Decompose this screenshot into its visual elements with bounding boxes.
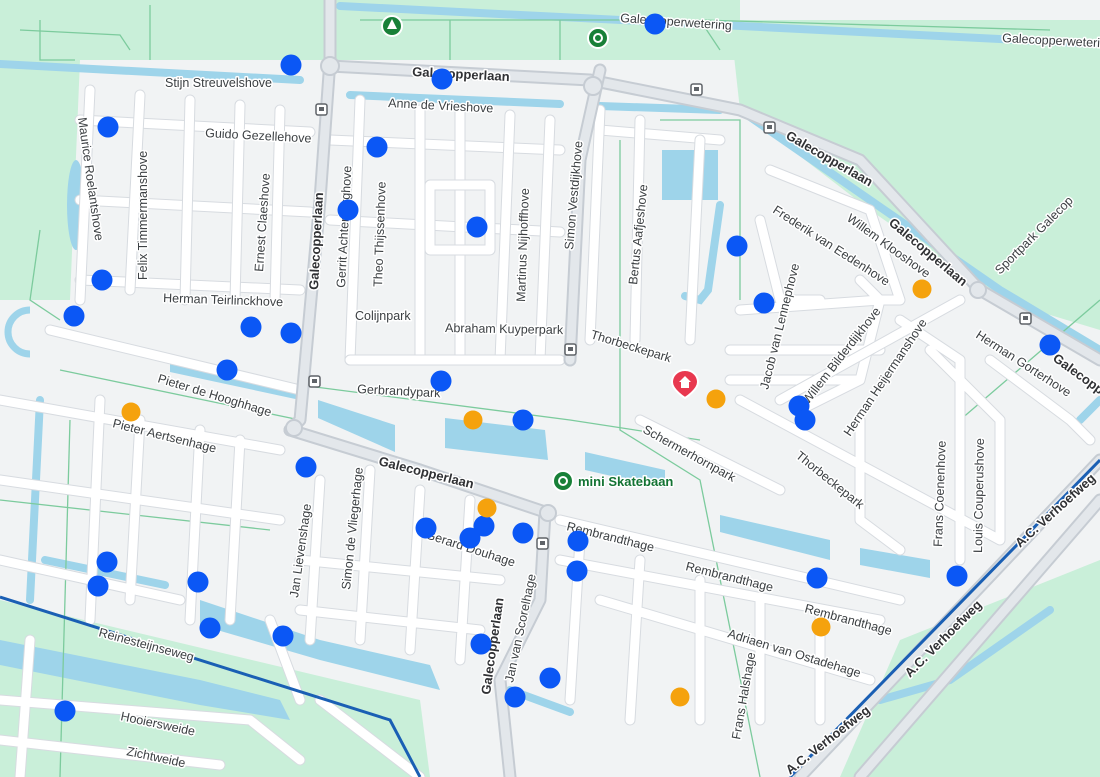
bus-stop-icon (690, 83, 703, 96)
blue-marker-dot-icon[interactable] (54, 700, 76, 722)
blue-marker-dot-icon[interactable] (459, 527, 481, 549)
poi-label: mini Skatebaan (578, 474, 673, 489)
orange-marker-dot-icon[interactable] (811, 617, 831, 637)
blue-marker-dot-icon[interactable] (366, 136, 388, 158)
orange-marker-dot-icon[interactable] (670, 687, 690, 707)
blue-marker-dot-icon[interactable] (97, 116, 119, 138)
street-label: Stijn Streuvelshove (165, 76, 272, 90)
blue-marker-dot-icon[interactable] (794, 409, 816, 431)
blue-marker-dot-icon[interactable] (466, 216, 488, 238)
bus-stop-icon (536, 537, 549, 550)
street-label: Louis Couperushove (971, 438, 987, 553)
blue-marker-dot-icon[interactable] (566, 560, 588, 582)
bus-stop-icon (564, 343, 577, 356)
poi-park-pin[interactable] (587, 27, 609, 49)
street-label: Felix Timmermanshove (136, 151, 150, 280)
bus-stop-icon (1019, 312, 1032, 325)
blue-marker-dot-icon[interactable] (280, 54, 302, 76)
blue-marker-dot-icon[interactable] (512, 522, 534, 544)
blue-marker-dot-icon[interactable] (504, 686, 526, 708)
street-label: Colijnpark (355, 309, 411, 323)
blue-marker-dot-icon[interactable] (96, 551, 118, 573)
orange-marker-dot-icon[interactable] (463, 410, 483, 430)
blue-marker-dot-icon[interactable] (512, 409, 534, 431)
street-label: Abraham Kuyperpark (445, 321, 564, 337)
blue-marker-dot-icon[interactable] (567, 530, 589, 552)
blue-marker-dot-icon[interactable] (240, 316, 262, 338)
blue-marker-dot-icon[interactable] (946, 565, 968, 587)
blue-marker-dot-icon[interactable] (87, 575, 109, 597)
orange-marker-dot-icon[interactable] (912, 279, 932, 299)
blue-marker-dot-icon[interactable] (1039, 334, 1061, 356)
blue-marker-dot-icon[interactable] (726, 235, 748, 257)
blue-marker-dot-icon[interactable] (753, 292, 775, 314)
blue-marker-dot-icon[interactable] (295, 456, 317, 478)
blue-marker-dot-icon[interactable] (337, 199, 359, 221)
blue-marker-dot-icon[interactable] (216, 359, 238, 381)
bus-stop-icon (315, 103, 328, 116)
bus-stop-icon (308, 375, 321, 388)
blue-marker-dot-icon[interactable] (430, 370, 452, 392)
poi-tree[interactable] (381, 15, 403, 37)
poi-skatebaan[interactable]: mini Skatebaan (552, 470, 675, 492)
orange-marker-dot-icon[interactable] (121, 402, 141, 422)
blue-marker-dot-icon[interactable] (272, 625, 294, 647)
blue-marker-dot-icon[interactable] (806, 567, 828, 589)
orange-marker-dot-icon[interactable] (477, 498, 497, 518)
map-canvas[interactable]: Galecopperwetering Galecopperwetering Ga… (0, 0, 1100, 777)
blue-marker-dot-icon[interactable] (539, 667, 561, 689)
blue-marker-dot-icon[interactable] (199, 617, 221, 639)
blue-marker-dot-icon[interactable] (415, 517, 437, 539)
blue-marker-dot-icon[interactable] (644, 13, 666, 35)
blue-marker-dot-icon[interactable] (280, 322, 302, 344)
blue-marker-dot-icon[interactable] (63, 305, 85, 327)
blue-marker-dot-icon[interactable] (470, 633, 492, 655)
blue-marker-dot-icon[interactable] (91, 269, 113, 291)
blue-marker-dot-icon[interactable] (431, 68, 453, 90)
blue-marker-dot-icon[interactable] (187, 571, 209, 593)
bus-stop-icon (763, 121, 776, 134)
orange-marker-dot-icon[interactable] (706, 389, 726, 409)
